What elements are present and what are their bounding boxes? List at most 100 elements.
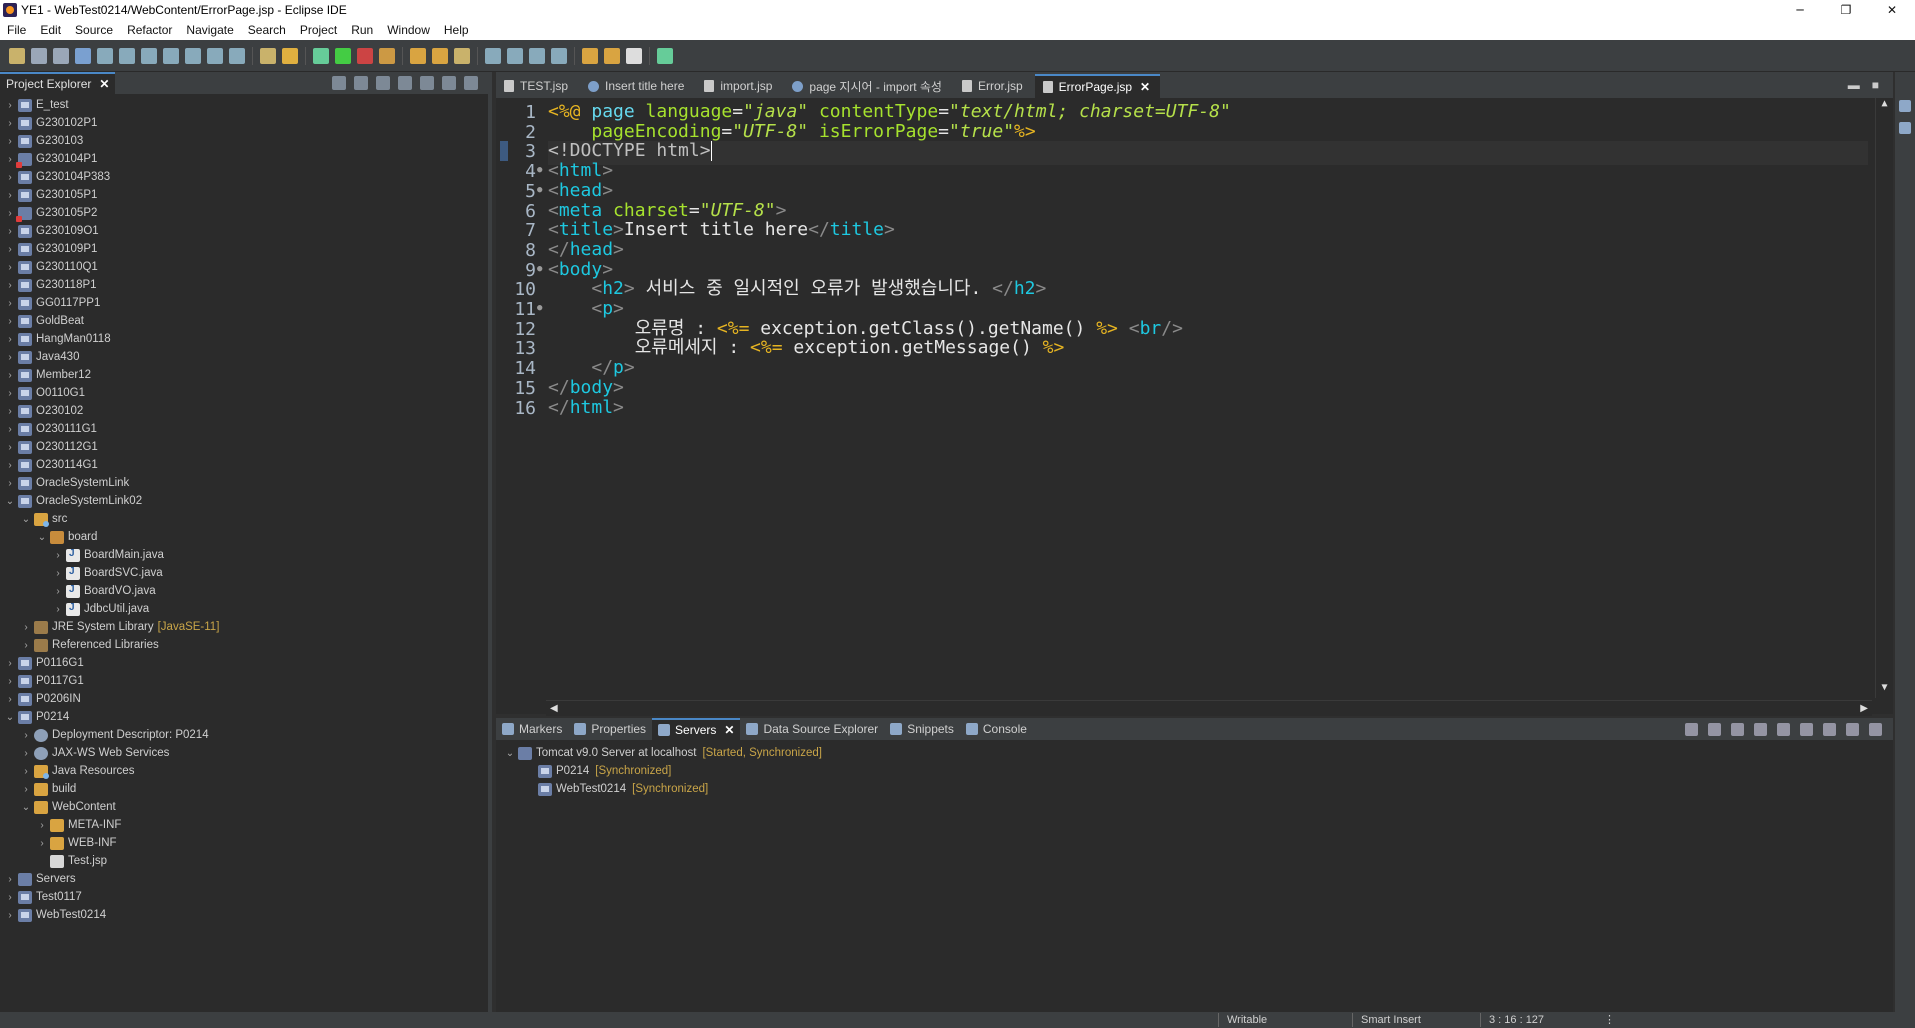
tree-item-src[interactable]: ⌄ src <box>0 510 488 528</box>
close-button[interactable]: ✕ <box>1869 0 1915 20</box>
menu-edit[interactable]: Edit <box>33 23 68 37</box>
outline-view-icon[interactable] <box>1899 100 1911 112</box>
chevron-right-icon[interactable]: › <box>4 352 16 363</box>
menu-navigate[interactable]: Navigate <box>179 23 240 37</box>
toolbar-tool-2-icon[interactable] <box>53 47 69 64</box>
tree-item-e-test[interactable]: › E_test <box>0 96 488 114</box>
toolbar-tool-16-icon[interactable] <box>335 47 351 64</box>
menu-project[interactable]: Project <box>293 23 344 37</box>
toolbar-tool-33-icon[interactable] <box>657 47 673 64</box>
chevron-right-icon[interactable]: › <box>4 676 16 687</box>
filter-icon[interactable] <box>376 76 390 90</box>
close-icon[interactable]: ✕ <box>724 723 734 737</box>
tree-item-g230102p1[interactable]: › G230102P1 <box>0 114 488 132</box>
editor-tab-page-지시어-import-속성[interactable]: page 지시어 - import 속성 <box>784 74 952 98</box>
scroll-up-icon[interactable]: ▲ <box>1876 98 1893 112</box>
tree-item-test-jsp[interactable]: Test.jsp <box>0 852 488 870</box>
debug-server-icon[interactable] <box>1708 722 1721 736</box>
fold-toggle-icon[interactable]: ● <box>537 264 542 274</box>
chevron-right-icon[interactable]: › <box>20 730 32 741</box>
chevron-down-icon[interactable]: ⌄ <box>4 496 16 507</box>
toolbar-tool-7-icon[interactable] <box>163 47 179 64</box>
publish-icon[interactable] <box>1800 722 1813 736</box>
chevron-right-icon[interactable]: › <box>4 316 16 327</box>
toolbar-tool-27-icon[interactable] <box>551 47 567 64</box>
view-menu-icon[interactable] <box>420 76 434 90</box>
chevron-right-icon[interactable]: › <box>52 550 64 561</box>
minimize-view-icon[interactable] <box>442 76 456 90</box>
tree-item-deployment-descriptor-p0214[interactable]: › Deployment Descriptor: P0214 <box>0 726 488 744</box>
tree-item-web-inf[interactable]: › WEB-INF <box>0 834 488 852</box>
maximize-editor-icon[interactable]: ■ <box>1872 78 1879 92</box>
tree-item-p0214[interactable]: ⌄ P0214 <box>0 708 488 726</box>
tree-item-java430[interactable]: › Java430 <box>0 348 488 366</box>
menu-file[interactable]: File <box>0 23 33 37</box>
tree-item-p0206in[interactable]: › P0206IN <box>0 690 488 708</box>
chevron-right-icon[interactable]: › <box>20 640 32 651</box>
tree-item-jdbcutil-java[interactable]: › JdbcUtil.java <box>0 600 488 618</box>
menu-refactor[interactable]: Refactor <box>120 23 179 37</box>
toolbar-tool-10-icon[interactable] <box>229 47 245 64</box>
chevron-right-icon[interactable]: › <box>4 100 16 111</box>
tree-item-build[interactable]: › build <box>0 780 488 798</box>
tree-item-o230112g1[interactable]: › O230112G1 <box>0 438 488 456</box>
vertical-scrollbar[interactable]: ▲ ▼ <box>1875 98 1893 698</box>
toolbar-tool-25-icon[interactable] <box>507 47 523 64</box>
tree-item-referenced-libraries[interactable]: › Referenced Libraries <box>0 636 488 654</box>
horizontal-scrollbar[interactable]: ◀ ▶ <box>546 700 1872 716</box>
chevron-right-icon[interactable]: › <box>4 694 16 705</box>
chevron-right-icon[interactable]: › <box>52 586 64 597</box>
chevron-right-icon[interactable]: › <box>4 226 16 237</box>
collapse-icon[interactable] <box>1685 722 1698 736</box>
chevron-right-icon[interactable]: › <box>4 910 16 921</box>
chevron-right-icon[interactable]: › <box>4 658 16 669</box>
menu-help[interactable]: Help <box>437 23 476 37</box>
minimize-editor-icon[interactable]: ▬ <box>1848 78 1860 92</box>
start-server-icon[interactable] <box>1731 722 1744 736</box>
chevron-right-icon[interactable]: › <box>52 604 64 615</box>
link-with-editor-icon[interactable] <box>354 76 368 90</box>
chevron-right-icon[interactable]: › <box>4 190 16 201</box>
server-item-webtest0214[interactable]: WebTest0214 [Synchronized] <box>496 780 1893 798</box>
chevron-right-icon[interactable]: › <box>4 442 16 453</box>
tab-servers[interactable]: Servers ✕ <box>652 718 741 740</box>
chevron-right-icon[interactable]: › <box>4 334 16 345</box>
toolbar-tool-24-icon[interactable] <box>485 47 501 64</box>
tree-item-jre-system-library[interactable]: › JRE System Library [JavaSE-11] <box>0 618 488 636</box>
server-item-tomcat-v9-0-server-at-localhost[interactable]: ⌄ Tomcat v9.0 Server at localhost [Started… <box>496 744 1893 762</box>
editor-tab-import-jsp[interactable]: import.jsp <box>696 74 782 98</box>
chevron-right-icon[interactable]: › <box>4 244 16 255</box>
chevron-right-icon[interactable]: › <box>4 478 16 489</box>
chevron-down-icon[interactable]: ⌄ <box>20 802 32 813</box>
chevron-right-icon[interactable]: › <box>52 568 64 579</box>
tree-item-g230105p1[interactable]: › G230105P1 <box>0 186 488 204</box>
chevron-right-icon[interactable]: › <box>4 892 16 903</box>
toolbar-tool-5-icon[interactable] <box>119 47 135 64</box>
tree-item-meta-inf[interactable]: › META-INF <box>0 816 488 834</box>
tree-item-boardmain-java[interactable]: › BoardMain.java <box>0 546 488 564</box>
tree-item-oraclesystemlink02[interactable]: ⌄ OracleSystemLink02 <box>0 492 488 510</box>
toolbar-tool-12-icon[interactable] <box>260 47 276 64</box>
toolbar-tool-15-icon[interactable] <box>313 47 329 64</box>
tree-item-jax-ws-web-services[interactable]: › JAX-WS Web Services <box>0 744 488 762</box>
scroll-left-icon[interactable]: ◀ <box>550 703 558 714</box>
chevron-right-icon[interactable]: › <box>4 370 16 381</box>
chevron-right-icon[interactable]: › <box>4 388 16 399</box>
view-menu-icon[interactable] <box>1823 722 1836 736</box>
toolbar-tool-29-icon[interactable] <box>582 47 598 64</box>
tree-item-test0117[interactable]: › Test0117 <box>0 888 488 906</box>
tree-item-goldbeat[interactable]: › GoldBeat <box>0 312 488 330</box>
chevron-right-icon[interactable]: › <box>4 118 16 129</box>
toolbar-tool-3-icon[interactable] <box>75 47 91 64</box>
chevron-down-icon[interactable]: ⌄ <box>504 748 516 759</box>
tab-console[interactable]: Console <box>960 718 1033 740</box>
chevron-right-icon[interactable]: › <box>4 280 16 291</box>
tree-item-java-resources[interactable]: › Java Resources <box>0 762 488 780</box>
chevron-right-icon[interactable]: › <box>4 406 16 417</box>
tab-snippets[interactable]: Snippets <box>884 718 960 740</box>
chevron-right-icon[interactable]: › <box>20 622 32 633</box>
tab-markers[interactable]: Markers <box>496 718 568 740</box>
toolbar-tool-22-icon[interactable] <box>454 47 470 64</box>
fold-toggle-icon[interactable]: ● <box>537 165 542 175</box>
server-item-p0214[interactable]: P0214 [Synchronized] <box>496 762 1893 780</box>
